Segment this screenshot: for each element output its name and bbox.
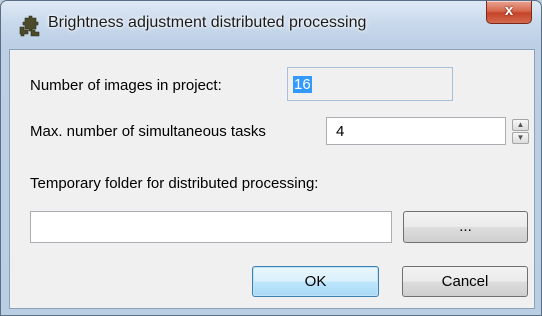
tasks-value: 4 (336, 123, 345, 140)
browse-button[interactable]: ... (403, 211, 528, 243)
ok-button[interactable]: OK (252, 266, 379, 297)
spin-up-button[interactable]: ▲ (512, 119, 529, 131)
folder-path-input[interactable] (30, 211, 392, 243)
spin-down-button[interactable]: ▼ (512, 132, 529, 144)
images-count-value: 16 (293, 76, 312, 93)
dialog-content: Number of images in project: 16 Max. num… (9, 49, 535, 309)
browse-button-label: ... (459, 218, 472, 235)
ok-button-label: OK (304, 273, 327, 290)
folder-label: Temporary folder for distributed process… (30, 175, 319, 192)
dialog-window: Brightness adjustment distributed proces… (0, 0, 542, 316)
close-icon: x (504, 2, 514, 19)
images-count-field[interactable]: 16 (287, 67, 453, 101)
title-bar[interactable]: Brightness adjustment distributed proces… (1, 1, 541, 49)
close-button[interactable]: x (486, 1, 532, 24)
cancel-button[interactable]: Cancel (402, 266, 528, 297)
images-label: Number of images in project: (30, 77, 222, 94)
tasks-label: Max. number of simultaneous tasks (30, 123, 266, 140)
puzzle-piece-icon (19, 15, 40, 37)
tasks-spinner-input[interactable]: 4 (326, 117, 506, 145)
window-title: Brightness adjustment distributed proces… (48, 14, 367, 31)
cancel-button-label: Cancel (441, 273, 489, 290)
